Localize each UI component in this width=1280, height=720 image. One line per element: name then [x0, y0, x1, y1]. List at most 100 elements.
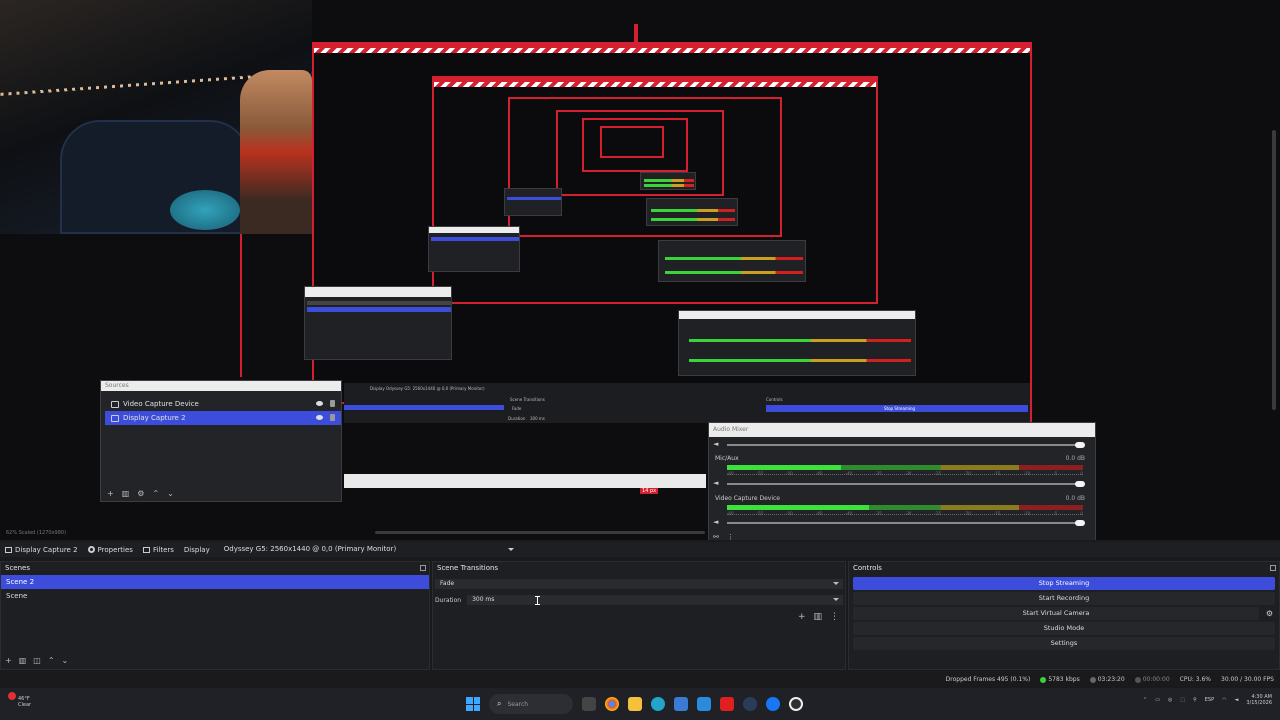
nested-px-label: 14 px: [640, 488, 659, 494]
audio-mixer-window[interactable]: Audio Mixer ◄ Mic/Aux 0.0 dB -60 -55 -50 -4…: [708, 422, 1096, 540]
volume-icon[interactable]: ◄: [1235, 697, 1239, 703]
wifi-icon[interactable]: ◠: [1222, 697, 1226, 703]
live-time: 03:23:20: [1097, 676, 1125, 683]
weather-icon: [8, 692, 16, 700]
tray-chevron-icon[interactable]: ⌃: [1143, 697, 1147, 703]
source-item[interactable]: Display Capture 2: [105, 411, 341, 425]
tray-app-icon[interactable]: ▭: [1155, 697, 1160, 703]
nested-sources-small-1: [304, 286, 452, 360]
tray-app-icon[interactable]: ⚲: [1193, 697, 1197, 703]
lock-icon[interactable]: [330, 414, 335, 421]
filters-button[interactable]: Filters: [142, 546, 174, 554]
undock-icon[interactable]: [420, 565, 426, 571]
live-icon: [1089, 676, 1096, 683]
webcam-feed[interactable]: [0, 0, 312, 234]
trash-icon[interactable]: ▥: [122, 489, 130, 498]
chrome-icon[interactable]: [605, 697, 619, 711]
settings-button[interactable]: Settings: [853, 637, 1275, 650]
channel-slider[interactable]: [727, 520, 1085, 526]
add-icon[interactable]: +: [107, 489, 114, 498]
meter-tick-label: -5: [1053, 471, 1058, 476]
meter-tick-label: -45: [815, 471, 823, 476]
channel-slider[interactable]: [727, 481, 1085, 487]
transition-select[interactable]: Fade: [435, 579, 843, 589]
speaker-icon[interactable]: ◄: [713, 440, 718, 448]
scenes-title: Scenes: [5, 564, 30, 572]
tray-app-icon[interactable]: ◎: [1168, 697, 1172, 703]
scene-item[interactable]: Scene 2: [1, 575, 429, 589]
start-virtual-camera-button[interactable]: Start Virtual Camera: [853, 607, 1259, 620]
meter-tick-label: -50: [786, 471, 793, 476]
virtual-camera-settings-icon[interactable]: ⚙: [1266, 609, 1273, 618]
filter-icon: [142, 546, 150, 553]
move-up-icon[interactable]: ⌃: [48, 656, 55, 665]
duration-input[interactable]: 300 ms: [467, 595, 843, 605]
meter-tick-label: -60: [727, 471, 734, 476]
taskbar-search[interactable]: ⌕ Search: [489, 694, 573, 714]
nested-edge-right: [1030, 42, 1032, 422]
edge-icon[interactable]: [651, 697, 665, 711]
live-status: 03:23:20: [1089, 676, 1125, 683]
master-slider[interactable]: [727, 442, 1085, 448]
move-down-icon[interactable]: ⌄: [62, 656, 69, 665]
vscode-icon[interactable]: [697, 697, 711, 711]
scene-item[interactable]: Scene: [1, 589, 429, 603]
stop-streaming-button[interactable]: Stop Streaming: [853, 577, 1275, 590]
language-indicator[interactable]: ESP: [1205, 697, 1214, 703]
meter-tick-label: -30: [904, 471, 912, 476]
chevron-down-icon[interactable]: ⌄: [167, 489, 174, 498]
facebook-icon[interactable]: [766, 697, 780, 711]
file-explorer-icon[interactable]: [628, 697, 642, 711]
source-label: Display Capture 2: [123, 414, 186, 422]
obs-icon[interactable]: [789, 697, 803, 711]
weather-widget[interactable]: 46°F Clear: [8, 692, 31, 708]
task-view-icon[interactable]: [582, 697, 596, 711]
tray-app-icon[interactable]: ⬚: [1180, 697, 1185, 703]
speaker-icon[interactable]: ◄: [713, 518, 718, 526]
windows-start-icon[interactable]: [466, 697, 480, 711]
remove-scene-icon[interactable]: ▥: [19, 656, 27, 665]
scene-filters-icon[interactable]: ◫: [33, 656, 41, 665]
monitor-icon: [5, 546, 12, 553]
clock[interactable]: 4:30 AM 3/15/2026: [1246, 694, 1272, 706]
remove-transition-icon[interactable]: ▥: [813, 612, 822, 622]
preview-canvas[interactable]: Display Odyssey G5: 2560x1440 @ 0,0 (Pri…: [0, 0, 1280, 540]
nested-duration-label: Duration: [508, 416, 526, 421]
meter-tick-label: -55: [756, 511, 764, 516]
meter-ticks: -60 -55 -50 -45 -40 -35 -30 -25 -20 -15 -10 -5 0: [727, 471, 1083, 476]
source-item[interactable]: Video Capture Device: [105, 397, 341, 411]
store-icon[interactable]: [674, 697, 688, 711]
undock-icon[interactable]: [1270, 565, 1276, 571]
steam-icon[interactable]: [743, 697, 757, 711]
nested-sources-small-2: [428, 226, 520, 272]
preview-horizontal-scrollbar[interactable]: [375, 531, 705, 534]
chevron-up-icon[interactable]: ⌃: [152, 489, 159, 498]
meter-tick-label: -10: [1023, 471, 1031, 476]
weather-desc: Clear: [18, 702, 32, 708]
gear-icon[interactable]: ⚙: [137, 489, 144, 498]
sources-window[interactable]: Sources Video Capture Device Display Cap…: [100, 380, 342, 502]
selected-source: Display Capture 2: [5, 546, 78, 554]
preview-vertical-scrollbar[interactable]: [1272, 130, 1276, 410]
nested-fade-label: Fade: [512, 406, 522, 411]
display-select[interactable]: Odyssey G5: 2560x1440 @ 0,0 (Primary Mon…: [220, 544, 516, 555]
start-recording-button[interactable]: Start Recording: [853, 592, 1275, 605]
eye-icon[interactable]: [316, 401, 323, 406]
youtube-icon[interactable]: [720, 697, 734, 711]
nested-display-label: Display: [370, 386, 385, 391]
properties-button[interactable]: Properties: [87, 546, 133, 554]
speaker-icon[interactable]: ◄: [713, 479, 718, 487]
studio-mode-button[interactable]: Studio Mode: [853, 622, 1275, 635]
nested-taskbar: [344, 474, 706, 488]
audio-mixer-title: Audio Mixer: [709, 423, 1095, 437]
search-placeholder: Search: [507, 700, 529, 708]
meter-tick-label: -15: [993, 471, 1001, 476]
dropped-frames: Dropped Frames 495 (0.1%): [945, 676, 1031, 683]
transition-menu-icon[interactable]: ⋮: [830, 612, 839, 622]
add-scene-icon[interactable]: +: [5, 656, 12, 665]
eye-icon[interactable]: [316, 415, 323, 420]
add-transition-icon[interactable]: +: [798, 612, 806, 622]
transitions-title: Scene Transitions: [437, 564, 499, 572]
text-cursor: [535, 596, 540, 605]
lock-icon[interactable]: [330, 400, 335, 407]
